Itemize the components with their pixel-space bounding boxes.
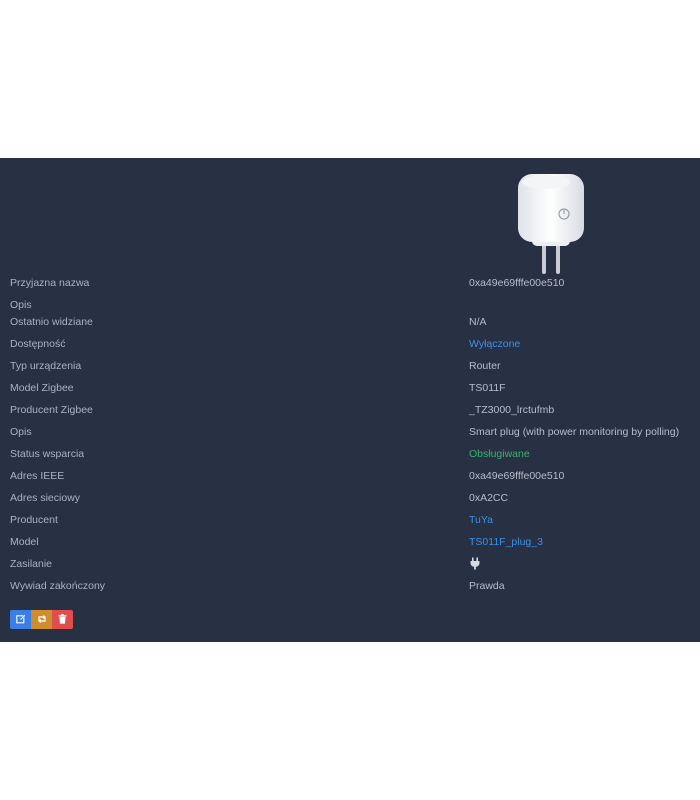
- device-action-buttons: [10, 610, 73, 629]
- interview-completed-value: Prawda: [469, 580, 505, 592]
- plug-power-icon: [469, 557, 481, 573]
- row-device-type: Typ urządzenia Router: [0, 357, 700, 379]
- manufacturer-label: Producent: [10, 514, 58, 526]
- zigbee-manufacturer-value: _TZ3000_lrctufmb: [469, 404, 555, 416]
- row-availability: Dostępność Wyłączone: [0, 335, 700, 357]
- row-interview-completed: Wywiad zakończony Prawda: [0, 577, 700, 599]
- ieee-address-value: 0xa49e69fffe00e510: [469, 470, 565, 482]
- row-power-source: Zasilanie: [0, 555, 700, 577]
- edit-button[interactable]: [10, 610, 31, 629]
- last-seen-label: Ostatnio widziane: [10, 316, 93, 328]
- friendly-name-label: Przyjazna nazwa: [10, 277, 90, 289]
- device-info-panel: Przyjazna nazwa 0xa49e69fffe00e510 Opis …: [0, 158, 700, 642]
- edit-icon: [15, 611, 26, 629]
- zigbee-model-value: TS011F: [469, 382, 506, 394]
- row-network-address: Adres sieciowy 0xA2CC: [0, 489, 700, 511]
- row-friendly-name: Przyjazna nazwa 0xa49e69fffe00e510: [0, 274, 700, 296]
- row-model-description: Opis Smart plug (with power monitoring b…: [0, 423, 700, 445]
- row-zigbee-manufacturer: Producent Zigbee _TZ3000_lrctufmb: [0, 401, 700, 423]
- remove-button[interactable]: [52, 610, 73, 629]
- device-type-label: Typ urządzenia: [10, 360, 82, 372]
- manufacturer-link[interactable]: TuYa: [469, 514, 493, 526]
- model-description-value: Smart plug (with power monitoring by pol…: [469, 426, 680, 438]
- model-label: Model: [10, 536, 39, 548]
- row-last-seen: Ostatnio widziane N/A: [0, 313, 700, 335]
- interview-completed-label: Wywiad zakończony: [10, 580, 106, 592]
- last-seen-value: N/A: [469, 316, 487, 328]
- row-description: Opis: [0, 296, 700, 313]
- model-description-label: Opis: [10, 426, 32, 438]
- network-address-value: 0xA2CC: [469, 492, 509, 504]
- row-support-status: Status wsparcia Obsługiwane: [0, 445, 700, 467]
- support-status-value: Obsługiwane: [469, 448, 530, 460]
- zigbee-model-label: Model Zigbee: [10, 382, 74, 394]
- smart-plug-image: [512, 170, 592, 276]
- description-label: Opis: [10, 299, 32, 311]
- availability-link[interactable]: Wyłączone: [469, 338, 520, 350]
- row-model: Model TS011F_plug_3: [0, 533, 700, 555]
- row-zigbee-model: Model Zigbee TS011F: [0, 379, 700, 401]
- reconfigure-icon: [37, 611, 47, 629]
- zigbee-manufacturer-label: Producent Zigbee: [10, 404, 93, 416]
- row-ieee-address: Adres IEEE 0xa49e69fffe00e510: [0, 467, 700, 489]
- trash-icon: [58, 611, 67, 629]
- support-status-label: Status wsparcia: [10, 448, 85, 460]
- row-manufacturer: Producent TuYa: [0, 511, 700, 533]
- network-address-label: Adres sieciowy: [10, 492, 81, 504]
- device-type-value: Router: [469, 360, 501, 372]
- reconfigure-button[interactable]: [31, 610, 52, 629]
- availability-label: Dostępność: [10, 338, 66, 350]
- ieee-address-label: Adres IEEE: [10, 470, 65, 482]
- model-link[interactable]: TS011F_plug_3: [469, 536, 543, 548]
- power-source-label: Zasilanie: [10, 558, 53, 570]
- device-details-list: Przyjazna nazwa 0xa49e69fffe00e510 Opis …: [0, 274, 700, 599]
- friendly-name-value: 0xa49e69fffe00e510: [469, 277, 565, 289]
